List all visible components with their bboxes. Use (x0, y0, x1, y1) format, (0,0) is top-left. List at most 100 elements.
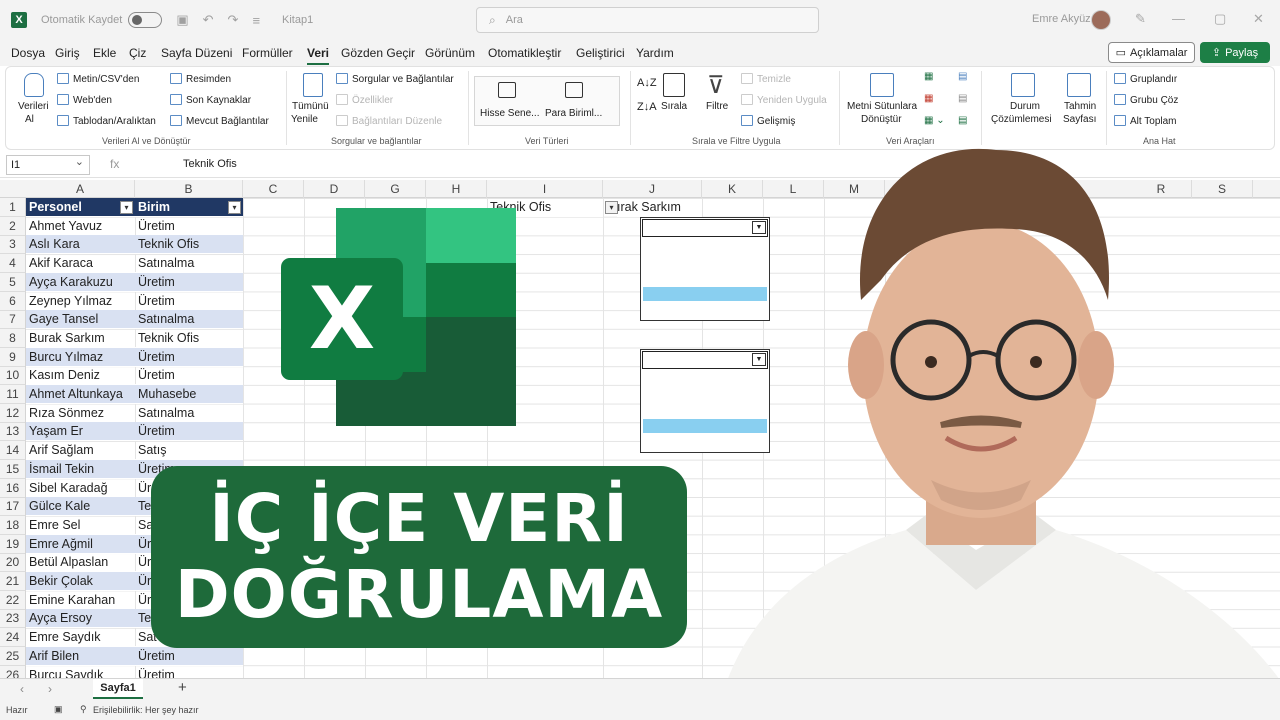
row-header[interactable]: 6 (0, 291, 26, 311)
edit-links-button[interactable]: Bağlantıları Düzenle (336, 115, 442, 127)
row-header[interactable]: 17 (0, 497, 26, 517)
table-cell-birim[interactable]: Teknik Ofis (135, 235, 243, 255)
stocks-button[interactable]: Hisse Sene... (480, 108, 539, 119)
table-cell-personel[interactable]: Rıza Sönmez (26, 404, 135, 423)
forecast-label[interactable]: Tahmin (1064, 101, 1096, 112)
forecast-sheet-icon[interactable] (1067, 73, 1091, 97)
table-cell-personel[interactable]: Ahmet Yavuz (26, 217, 135, 236)
table-cell-personel[interactable]: Betül Alpaslan (26, 553, 135, 573)
currency-icon[interactable] (565, 82, 583, 98)
search-box[interactable]: ⌕ Ara (476, 7, 819, 33)
fx-icon[interactable]: fx (110, 157, 119, 171)
accessibility-icon[interactable]: ⚲ (80, 704, 87, 715)
text-to-columns-icon[interactable] (870, 73, 894, 97)
table-cell-birim[interactable]: Satınalma (135, 254, 243, 274)
filter-dropdown-icon[interactable]: ▾ (228, 201, 241, 214)
from-table-button[interactable]: Tablodan/Aralıktan (57, 115, 156, 127)
row-header[interactable]: 13 (0, 422, 26, 442)
share-button[interactable]: ⇪ Paylaş (1200, 42, 1270, 63)
column-header-a[interactable]: A (26, 180, 135, 198)
sheet-prev-icon[interactable]: ‹ (20, 682, 24, 696)
table-cell-personel[interactable]: Burcu Yılmaz (26, 347, 135, 367)
comments-button[interactable]: ▭ Açıklamalar (1108, 42, 1195, 63)
reapply-button[interactable]: Yeniden Uygula (741, 94, 827, 106)
sheet-next-icon[interactable]: › (48, 682, 52, 696)
column-header-d[interactable]: D (304, 180, 365, 198)
group-button[interactable]: Gruplandır (1114, 73, 1177, 85)
tab-sayfa-duzeni[interactable]: Sayfa Düzeni (161, 46, 232, 60)
table-cell-birim[interactable]: Satış (135, 441, 243, 461)
table-cell-personel[interactable]: Ayça Karakuzu (26, 272, 135, 292)
row-header[interactable]: 7 (0, 310, 26, 330)
minimize-icon[interactable]: — (1172, 11, 1185, 26)
tab-ekle[interactable]: Ekle (93, 46, 116, 60)
refresh-all-label-2[interactable]: Yenile (291, 114, 318, 125)
remove-duplicates-icon[interactable]: ▦ (924, 93, 933, 104)
table-cell-personel[interactable]: Yaşam Er (26, 422, 135, 442)
table-cell-birim[interactable]: Üretim (135, 347, 243, 367)
table-cell-birim[interactable]: Üretim (135, 422, 243, 442)
row-header[interactable]: 11 (0, 385, 26, 404)
filter-dropdown-icon[interactable]: ▾ (120, 201, 133, 214)
row-header[interactable]: 22 (0, 590, 26, 610)
row-header[interactable]: 18 (0, 515, 26, 535)
get-data-label-2[interactable]: Al (25, 114, 34, 125)
column-header-c[interactable]: C (243, 180, 304, 198)
row-header[interactable]: 9 (0, 347, 26, 367)
table-cell-birim[interactable]: Üretim (135, 366, 243, 386)
table-cell-personel[interactable]: Arif Sağlam (26, 441, 135, 461)
table-cell-personel[interactable]: Aslı Kara (26, 235, 135, 255)
what-if-icon[interactable] (1011, 73, 1035, 97)
restore-icon[interactable]: ▢ (1214, 11, 1226, 27)
ungroup-button[interactable]: Grubu Çöz (1114, 94, 1178, 106)
table-cell-birim[interactable]: Teknik Ofis (135, 329, 243, 348)
relationships-icon[interactable]: ▤ (958, 93, 967, 104)
sort-za-icon[interactable]: Z↓A (637, 101, 657, 113)
formula-input[interactable]: Teknik Ofis (183, 158, 237, 170)
row-header[interactable]: 1 (0, 198, 26, 217)
recent-sources-button[interactable]: Son Kaynaklar (170, 94, 251, 106)
table-cell-personel[interactable]: Burak Sarkım (26, 329, 135, 348)
table-cell-personel[interactable]: Zeynep Yılmaz (26, 292, 135, 311)
what-if-label[interactable]: Durum (1010, 101, 1040, 112)
table-header-personel[interactable]: Personel (26, 198, 135, 217)
accessibility-status[interactable]: Erişilebilirlik: Her şey hazır (93, 705, 199, 715)
table-cell-personel[interactable]: Emre Saydık (26, 628, 135, 648)
add-sheet-button[interactable]: + (178, 679, 187, 696)
redo-icon[interactable]: ↷ (228, 12, 239, 28)
table-cell-personel[interactable]: İsmail Tekin (26, 459, 135, 479)
customize-toolbar-icon[interactable]: ≡ (252, 13, 260, 28)
row-header[interactable]: 10 (0, 366, 26, 386)
column-header-i[interactable]: I (487, 180, 603, 198)
filter-button[interactable]: Filtre (706, 101, 728, 112)
tab-gorunum[interactable]: Görünüm (425, 46, 475, 60)
row-header[interactable]: 24 (0, 628, 26, 648)
macro-record-icon[interactable]: ▣ (54, 704, 63, 715)
row-header[interactable]: 20 (0, 553, 26, 573)
row-header[interactable]: 16 (0, 478, 26, 498)
table-cell-birim[interactable]: Üretim (135, 272, 243, 292)
queries-connections-button[interactable]: Sorgular ve Bağlantılar (336, 73, 454, 85)
table-cell-personel[interactable]: Bekir Çolak (26, 572, 135, 591)
row-header[interactable]: 3 (0, 235, 26, 255)
row-header[interactable]: 25 (0, 646, 26, 666)
sheet-tab-sayfa1[interactable]: Sayfa1 (93, 679, 143, 699)
tab-dosya[interactable]: Dosya (11, 46, 45, 60)
filter-icon[interactable]: ⊽ (707, 71, 725, 100)
column-header-g[interactable]: G (365, 180, 426, 198)
refresh-all-icon[interactable] (303, 73, 323, 97)
close-icon[interactable]: ✕ (1253, 11, 1264, 27)
column-header-b[interactable]: B (135, 180, 243, 198)
pen-icon[interactable]: ✎ (1135, 11, 1146, 27)
row-header[interactable]: 23 (0, 609, 26, 629)
sort-az-icon[interactable]: A↓Z (637, 77, 657, 89)
properties-button[interactable]: Özellikler (336, 94, 393, 106)
table-cell-personel[interactable]: Kasım Deniz (26, 366, 135, 386)
table-cell-birim[interactable]: Üretim (135, 292, 243, 311)
consolidate-icon[interactable]: ▤ (958, 71, 967, 82)
tab-formuller[interactable]: Formüller (242, 46, 293, 60)
table-cell-birim[interactable]: Üretim (135, 217, 243, 236)
table-cell-birim[interactable]: Üretim (135, 646, 243, 666)
row-header[interactable]: 12 (0, 403, 26, 423)
table-cell-personel[interactable]: Emre Sel (26, 516, 135, 535)
